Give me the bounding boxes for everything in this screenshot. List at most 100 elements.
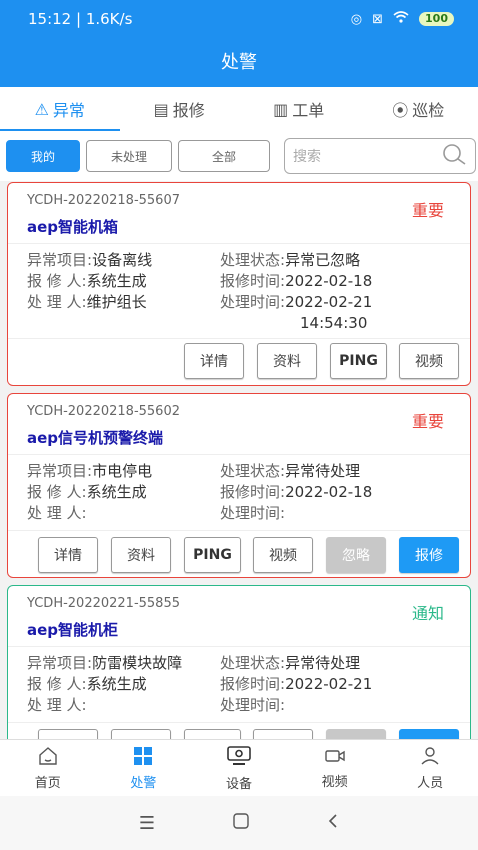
battery-icon: 100 — [419, 12, 454, 26]
person-icon — [420, 746, 440, 770]
details-button[interactable] — [38, 729, 98, 739]
alarm-card[interactable]: YCDH-20220221-55855 aep智能机柜 通知 异常项目:防雷模块… — [7, 585, 471, 739]
ignore-button[interactable] — [326, 729, 386, 739]
level-badge: 重要 — [411, 412, 444, 431]
item-value: 市电停电 — [92, 462, 153, 480]
report-time-value: 2022-02-18 — [285, 272, 373, 290]
tab-label: 巡检 — [412, 101, 445, 120]
level-badge: 通知 — [411, 604, 444, 623]
documents-button[interactable]: 资料 — [111, 537, 171, 573]
sim-icon: ⊠ — [372, 11, 384, 27]
warning-icon: ⚠ — [34, 99, 49, 119]
page-title: 处警 — [0, 38, 478, 87]
nav-personnel[interactable]: 人员 — [382, 740, 478, 796]
filter-unhandled-button[interactable]: 未处理 — [86, 140, 172, 172]
home-icon — [37, 746, 59, 770]
grid-icon — [133, 746, 153, 770]
ping-button[interactable]: PING — [184, 537, 241, 573]
item-value: 设备离线 — [92, 251, 153, 269]
repair-button[interactable] — [399, 729, 459, 739]
documents-button[interactable] — [111, 729, 171, 739]
report-time-label: 报修时间: — [220, 483, 286, 501]
nav-video[interactable]: 视频 — [287, 740, 383, 796]
ping-button[interactable] — [184, 729, 241, 739]
reporter-value: 系统生成 — [86, 675, 147, 693]
documents-button[interactable]: 资料 — [257, 343, 317, 379]
alarm-code: YCDH-20220218-55602 — [27, 404, 180, 419]
video-button[interactable] — [253, 729, 313, 739]
tab-inspection[interactable]: ⦿ 巡检 — [359, 87, 478, 131]
handler-label: 处 理 人: — [27, 504, 87, 522]
device-name: aep智能机箱 — [27, 218, 119, 236]
nav-device[interactable]: 设备 — [191, 740, 287, 796]
reporter-label: 报 修 人: — [27, 272, 87, 290]
report-time-value: 2022-02-18 — [285, 483, 373, 501]
wifi-icon — [393, 11, 409, 27]
tab-label: 工单 — [292, 101, 325, 120]
search-placeholder: 搜索 — [293, 149, 321, 165]
tab-work-order[interactable]: ▥ 工单 — [239, 87, 359, 131]
repair-button[interactable]: 报修 — [399, 537, 459, 573]
item-label: 异常项目: — [27, 654, 93, 672]
ignore-button[interactable]: 忽略 — [326, 537, 386, 573]
filter-all-button[interactable]: 全部 — [178, 140, 270, 172]
handle-time-value: 2022-02-21 — [285, 293, 373, 311]
alarm-list: YCDH-20220218-55607 aep智能机箱 重要 异常项目:设备离线… — [0, 181, 478, 739]
divider — [8, 530, 470, 531]
status-value: 异常待处理 — [285, 462, 361, 480]
item-label: 异常项目: — [27, 251, 93, 269]
tab-bar: ⚠ 异常 ▤ 报修 ▥ 工单 ⦿ 巡检 — [0, 87, 478, 131]
nav-alarm[interactable]: 处警 — [96, 740, 192, 796]
report-icon: ▤ — [153, 99, 169, 119]
level-badge: 重要 — [411, 201, 444, 220]
back-icon[interactable] — [327, 813, 339, 834]
nav-home[interactable]: 首页 — [0, 740, 96, 796]
handle-time-label: 处理时间: — [220, 504, 286, 522]
video-button[interactable]: 视频 — [253, 537, 313, 573]
search-icon[interactable] — [441, 143, 467, 169]
divider — [8, 722, 470, 723]
device-name: aep智能机柜 — [27, 621, 119, 639]
details-button[interactable]: 详情 — [184, 343, 244, 379]
alarm-card[interactable]: YCDH-20220218-55607 aep智能机箱 重要 异常项目:设备离线… — [7, 182, 471, 386]
nav-label: 设备 — [225, 776, 252, 792]
handler-label: 处 理 人: — [27, 696, 87, 714]
alarm-card[interactable]: YCDH-20220218-55602 aep信号机预警终端 重要 异常项目:市… — [7, 393, 471, 578]
tab-label: 异常 — [52, 101, 85, 120]
item-value: 防雷模块故障 — [92, 654, 183, 672]
divider — [8, 243, 470, 244]
status-label: 处理状态: — [220, 654, 286, 672]
handle-time-label: 处理时间: — [220, 696, 286, 714]
handler-label: 处 理 人: — [27, 293, 87, 311]
report-time-label: 报修时间: — [220, 675, 286, 693]
tab-abnormal[interactable]: ⚠ 异常 — [0, 87, 120, 131]
tab-repair[interactable]: ▤ 报修 — [120, 87, 240, 131]
status-bar: 15:12 | 1.6K/s ◎ ⊠ 100 — [0, 0, 478, 38]
reporter-value: 系统生成 — [86, 483, 147, 501]
monitor-icon — [226, 745, 252, 771]
status-time: 15:12 | 1.6K/s — [28, 10, 133, 28]
divider — [8, 454, 470, 455]
status-value: 异常已忽略 — [285, 251, 361, 269]
details-button[interactable]: 详情 — [38, 537, 98, 573]
divider — [8, 646, 470, 647]
handle-time-value-2: 14:54:30 — [300, 314, 368, 332]
status-value: 异常待处理 — [285, 654, 361, 672]
item-label: 异常项目: — [27, 462, 93, 480]
reporter-label: 报 修 人: — [27, 483, 87, 501]
clipboard-icon: ▥ — [273, 99, 289, 119]
status-label: 处理状态: — [220, 462, 286, 480]
bottom-nav: 首页 处警 设备 视频 人员 — [0, 739, 478, 796]
filter-bar: 我的 未处理 全部 搜索 — [0, 131, 478, 181]
nav-label: 处警 — [130, 775, 157, 791]
video-button[interactable]: 视频 — [399, 343, 459, 379]
nav-label: 人员 — [417, 775, 444, 791]
location-icon: ⦿ — [392, 101, 409, 120]
alarm-code: YCDH-20220218-55607 — [27, 193, 180, 208]
tab-label: 报修 — [172, 101, 205, 120]
filter-mine-button[interactable]: 我的 — [6, 140, 80, 172]
search-input[interactable]: 搜索 — [284, 138, 476, 174]
ping-button[interactable]: PING — [330, 343, 387, 379]
home-square-icon[interactable] — [233, 812, 249, 834]
menu-icon[interactable]: ☰ — [139, 813, 155, 834]
